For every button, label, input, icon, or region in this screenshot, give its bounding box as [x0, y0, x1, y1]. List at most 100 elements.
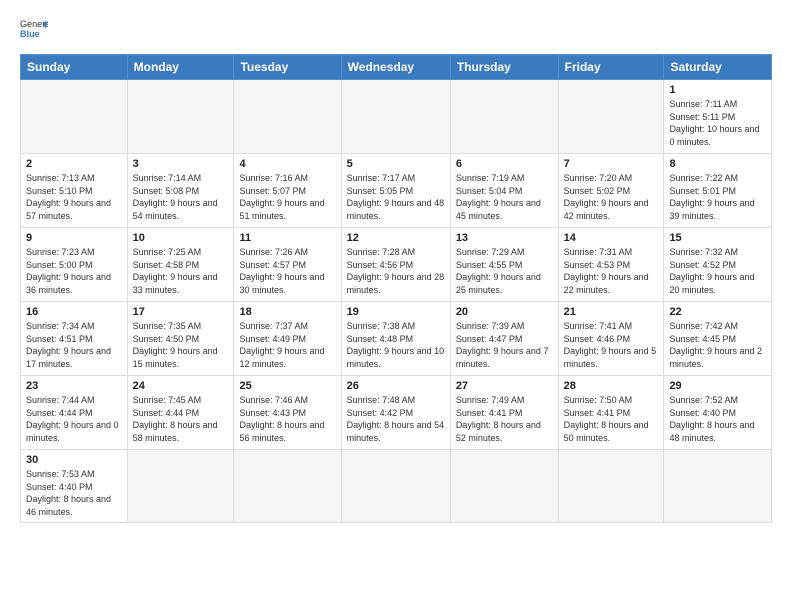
calendar-cell: 29 Sunrise: 7:52 AM Sunset: 4:40 PM Dayli… — [664, 376, 772, 450]
calendar-cell: 13 Sunrise: 7:29 AM Sunset: 4:55 PM Dayli… — [450, 228, 558, 302]
calendar-cell: 14 Sunrise: 7:31 AM Sunset: 4:53 PM Dayli… — [558, 228, 664, 302]
calendar-cell: 19 Sunrise: 7:38 AM Sunset: 4:48 PM Dayli… — [341, 302, 450, 376]
day-info: Sunrise: 7:48 AM Sunset: 4:42 PM Dayligh… — [347, 394, 445, 444]
day-info: Sunrise: 7:38 AM Sunset: 4:48 PM Dayligh… — [347, 320, 445, 370]
day-info: Sunrise: 7:11 AM Sunset: 5:11 PM Dayligh… — [669, 98, 766, 148]
calendar-cell: 17 Sunrise: 7:35 AM Sunset: 4:50 PM Dayli… — [127, 302, 234, 376]
day-info: Sunrise: 7:44 AM Sunset: 4:44 PM Dayligh… — [26, 394, 122, 444]
day-info: Sunrise: 7:23 AM Sunset: 5:00 PM Dayligh… — [26, 246, 122, 296]
weekday-header-saturday: Saturday — [664, 55, 772, 80]
day-info: Sunrise: 7:42 AM Sunset: 4:45 PM Dayligh… — [669, 320, 766, 370]
calendar-week-row: 1 Sunrise: 7:11 AM Sunset: 5:11 PM Daylig… — [21, 80, 772, 154]
day-info: Sunrise: 7:16 AM Sunset: 5:07 PM Dayligh… — [239, 172, 335, 222]
calendar-cell: 28Sunrise: 7:50 AM Sunset: 4:41 PM Dayli… — [558, 376, 664, 450]
day-number: 1 — [669, 84, 766, 96]
day-number: 2 — [26, 158, 122, 170]
calendar-cell: 15Sunrise: 7:32 AM Sunset: 4:52 PM Dayli… — [664, 228, 772, 302]
day-number: 29 — [669, 380, 766, 392]
day-number: 8 — [669, 158, 766, 170]
weekday-header-row: SundayMondayTuesdayWednesdayThursdayFrid… — [21, 55, 772, 80]
day-info: Sunrise: 7:35 AM Sunset: 4:50 PM Dayligh… — [133, 320, 229, 370]
page: General Blue SundayMondayTuesdayWednesda… — [0, 0, 792, 612]
calendar-cell — [558, 80, 664, 154]
day-number: 9 — [26, 232, 122, 244]
calendar-cell — [127, 80, 234, 154]
calendar-cell: 22 Sunrise: 7:42 AM Sunset: 4:45 PM Dayli… — [664, 302, 772, 376]
weekday-header-friday: Friday — [558, 55, 664, 80]
day-number: 20 — [456, 306, 553, 318]
day-info: Sunrise: 7:14 AM Sunset: 5:08 PM Dayligh… — [133, 172, 229, 222]
calendar-cell: 6 Sunrise: 7:19 AM Sunset: 5:04 PM Daylig… — [450, 154, 558, 228]
calendar-week-row: 2 Sunrise: 7:13 AM Sunset: 5:10 PM Daylig… — [21, 154, 772, 228]
calendar-cell: 26Sunrise: 7:48 AM Sunset: 4:42 PM Dayli… — [341, 376, 450, 450]
day-number: 5 — [347, 158, 445, 170]
calendar-cell: 30Sunrise: 7:53 AM Sunset: 4:40 PM Dayli… — [21, 450, 128, 523]
calendar-cell — [234, 80, 341, 154]
day-number: 21 — [564, 306, 659, 318]
calendar-cell: 25 Sunrise: 7:46 AM Sunset: 4:43 PM Dayli… — [234, 376, 341, 450]
day-info: Sunrise: 7:53 AM Sunset: 4:40 PM Dayligh… — [26, 468, 122, 518]
calendar-cell — [450, 450, 558, 523]
day-info: Sunrise: 7:34 AM Sunset: 4:51 PM Dayligh… — [26, 320, 122, 370]
calendar-cell: 2 Sunrise: 7:13 AM Sunset: 5:10 PM Daylig… — [21, 154, 128, 228]
day-number: 22 — [669, 306, 766, 318]
calendar-cell — [127, 450, 234, 523]
weekday-header-monday: Monday — [127, 55, 234, 80]
day-info: Sunrise: 7:17 AM Sunset: 5:05 PM Dayligh… — [347, 172, 445, 222]
generalblue-logo-icon: General Blue — [20, 16, 48, 44]
calendar-cell: 24Sunrise: 7:45 AM Sunset: 4:44 PM Dayli… — [127, 376, 234, 450]
day-info: Sunrise: 7:31 AM Sunset: 4:53 PM Dayligh… — [564, 246, 659, 296]
calendar-cell — [558, 450, 664, 523]
day-info: Sunrise: 7:39 AM Sunset: 4:47 PM Dayligh… — [456, 320, 553, 370]
calendar-cell: 4 Sunrise: 7:16 AM Sunset: 5:07 PM Daylig… — [234, 154, 341, 228]
calendar-week-row: 16 Sunrise: 7:34 AM Sunset: 4:51 PM Dayli… — [21, 302, 772, 376]
header: General Blue — [20, 16, 772, 44]
day-number: 19 — [347, 306, 445, 318]
weekday-header-wednesday: Wednesday — [341, 55, 450, 80]
day-number: 4 — [239, 158, 335, 170]
calendar-cell — [341, 450, 450, 523]
day-info: Sunrise: 7:41 AM Sunset: 4:46 PM Dayligh… — [564, 320, 659, 370]
day-info: Sunrise: 7:49 AM Sunset: 4:41 PM Dayligh… — [456, 394, 553, 444]
day-number: 14 — [564, 232, 659, 244]
calendar-cell: 1 Sunrise: 7:11 AM Sunset: 5:11 PM Daylig… — [664, 80, 772, 154]
day-info: Sunrise: 7:37 AM Sunset: 4:49 PM Dayligh… — [239, 320, 335, 370]
calendar-cell: 7 Sunrise: 7:20 AM Sunset: 5:02 PM Daylig… — [558, 154, 664, 228]
day-number: 13 — [456, 232, 553, 244]
day-number: 17 — [133, 306, 229, 318]
day-info: Sunrise: 7:19 AM Sunset: 5:04 PM Dayligh… — [456, 172, 553, 222]
calendar-cell: 8 Sunrise: 7:22 AM Sunset: 5:01 PM Daylig… — [664, 154, 772, 228]
calendar-cell — [450, 80, 558, 154]
day-info: Sunrise: 7:13 AM Sunset: 5:10 PM Dayligh… — [26, 172, 122, 222]
logo: General Blue — [20, 16, 48, 44]
calendar-cell: 20 Sunrise: 7:39 AM Sunset: 4:47 PM Dayli… — [450, 302, 558, 376]
calendar-week-row: 23Sunrise: 7:44 AM Sunset: 4:44 PM Dayli… — [21, 376, 772, 450]
day-info: Sunrise: 7:46 AM Sunset: 4:43 PM Dayligh… — [239, 394, 335, 444]
calendar-cell: 21 Sunrise: 7:41 AM Sunset: 4:46 PM Dayli… — [558, 302, 664, 376]
calendar-table: SundayMondayTuesdayWednesdayThursdayFrid… — [20, 54, 772, 523]
weekday-header-tuesday: Tuesday — [234, 55, 341, 80]
calendar-cell: 5 Sunrise: 7:17 AM Sunset: 5:05 PM Daylig… — [341, 154, 450, 228]
calendar-cell: 3Sunrise: 7:14 AM Sunset: 5:08 PM Daylig… — [127, 154, 234, 228]
calendar-week-row: 9 Sunrise: 7:23 AM Sunset: 5:00 PM Daylig… — [21, 228, 772, 302]
day-number: 28 — [564, 380, 659, 392]
day-info: Sunrise: 7:29 AM Sunset: 4:55 PM Dayligh… — [456, 246, 553, 296]
day-info: Sunrise: 7:52 AM Sunset: 4:40 PM Dayligh… — [669, 394, 766, 444]
day-number: 6 — [456, 158, 553, 170]
day-number: 15 — [669, 232, 766, 244]
day-number: 25 — [239, 380, 335, 392]
day-number: 16 — [26, 306, 122, 318]
calendar-cell: 16 Sunrise: 7:34 AM Sunset: 4:51 PM Dayli… — [21, 302, 128, 376]
weekday-header-sunday: Sunday — [21, 55, 128, 80]
day-number: 12 — [347, 232, 445, 244]
day-number: 11 — [239, 232, 335, 244]
weekday-header-thursday: Thursday — [450, 55, 558, 80]
day-number: 7 — [564, 158, 659, 170]
calendar-cell: 18Sunrise: 7:37 AM Sunset: 4:49 PM Dayli… — [234, 302, 341, 376]
day-info: Sunrise: 7:45 AM Sunset: 4:44 PM Dayligh… — [133, 394, 229, 444]
day-info: Sunrise: 7:22 AM Sunset: 5:01 PM Dayligh… — [669, 172, 766, 222]
day-info: Sunrise: 7:26 AM Sunset: 4:57 PM Dayligh… — [239, 246, 335, 296]
day-number: 10 — [133, 232, 229, 244]
day-info: Sunrise: 7:25 AM Sunset: 4:58 PM Dayligh… — [133, 246, 229, 296]
day-info: Sunrise: 7:20 AM Sunset: 5:02 PM Dayligh… — [564, 172, 659, 222]
